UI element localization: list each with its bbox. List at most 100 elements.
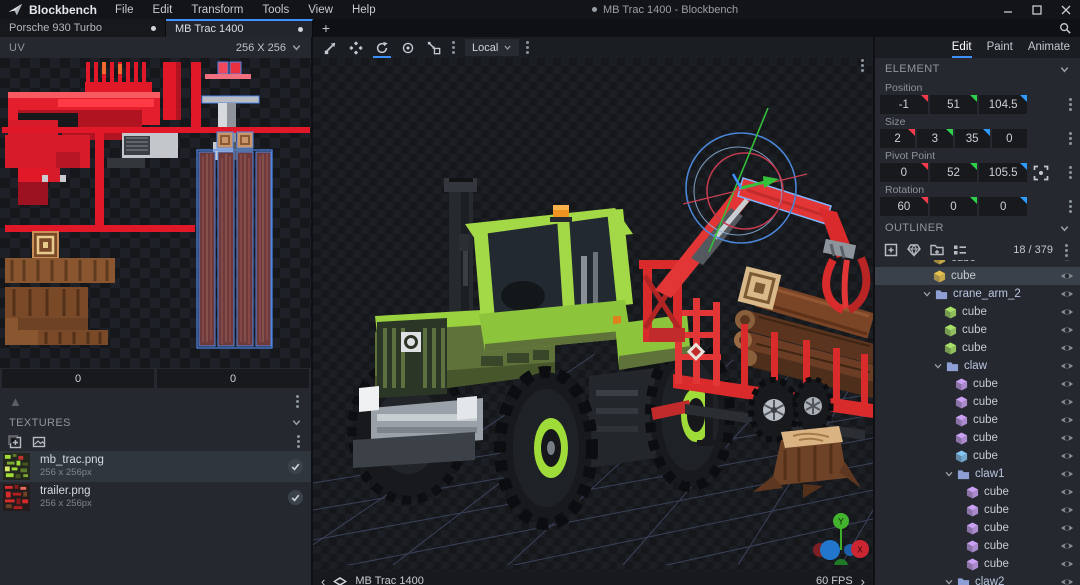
add-group-icon[interactable] bbox=[930, 243, 944, 257]
viewport-menu[interactable] bbox=[861, 64, 864, 67]
tab-edit[interactable]: Edit bbox=[951, 37, 972, 58]
uv-resolution[interactable]: 256 X 256 bbox=[236, 42, 286, 54]
folder-icon[interactable] bbox=[957, 468, 970, 481]
outliner-row[interactable]: cube bbox=[875, 339, 1080, 357]
chevron-down-icon[interactable] bbox=[944, 469, 954, 479]
texture-enabled-check-icon[interactable] bbox=[287, 458, 304, 475]
chevron-down-icon[interactable] bbox=[922, 289, 932, 299]
outliner-row-selected[interactable]: cube bbox=[875, 267, 1080, 285]
eye-icon[interactable] bbox=[1060, 413, 1074, 427]
tab-paint[interactable]: Paint bbox=[987, 37, 1013, 58]
cube-icon[interactable] bbox=[966, 558, 979, 571]
outliner-row[interactable]: cube bbox=[875, 519, 1080, 537]
textures-toolbar-menu[interactable] bbox=[297, 440, 300, 443]
position-z-field[interactable]: 104.5 bbox=[979, 95, 1028, 114]
uv-toolbar-menu[interactable] bbox=[296, 399, 299, 403]
folder-icon[interactable] bbox=[935, 288, 948, 301]
pivot-tool-button[interactable] bbox=[397, 37, 419, 58]
folder-icon[interactable] bbox=[957, 576, 970, 585]
eye-icon[interactable] bbox=[1060, 575, 1074, 585]
inflate-field[interactable]: 0 bbox=[991, 129, 1027, 148]
outliner-row[interactable]: cube bbox=[875, 393, 1080, 411]
eye-icon[interactable] bbox=[1060, 539, 1074, 553]
pivot-x-field[interactable]: 0 bbox=[880, 163, 928, 182]
minimize-button[interactable] bbox=[993, 0, 1022, 19]
position-y-field[interactable]: 51 bbox=[929, 95, 978, 114]
position-x-field[interactable]: -1 bbox=[880, 95, 928, 114]
toggle-outliner-options-icon[interactable] bbox=[953, 243, 967, 257]
outliner-row[interactable]: cube bbox=[875, 375, 1080, 393]
rotation-x-field[interactable]: 60 bbox=[880, 197, 928, 216]
eye-icon[interactable] bbox=[1060, 449, 1074, 463]
pivot-menu[interactable] bbox=[1069, 171, 1072, 174]
move-tool-button[interactable] bbox=[319, 37, 341, 58]
new-tab-button[interactable]: + bbox=[313, 19, 339, 37]
uv-mirror-icon[interactable]: ▲ bbox=[9, 395, 22, 408]
space-menu[interactable] bbox=[526, 46, 530, 49]
eye-icon[interactable] bbox=[1060, 485, 1074, 499]
cube-icon[interactable] bbox=[944, 342, 957, 355]
tab-mb-trac-1400[interactable]: MB Trac 1400 bbox=[166, 19, 313, 37]
uv-panel-header[interactable]: UV 256 X 256 bbox=[0, 37, 311, 58]
close-button[interactable] bbox=[1051, 0, 1080, 19]
size-z-field[interactable]: 35 bbox=[954, 129, 991, 148]
create-texture-icon[interactable] bbox=[32, 435, 46, 449]
outliner-row[interactable]: cube bbox=[875, 429, 1080, 447]
viewport-canvas[interactable]: Y X bbox=[313, 58, 873, 571]
cube-icon[interactable] bbox=[966, 486, 979, 499]
texture-item-mb-trac[interactable]: mb_trac.png 256 x 256px bbox=[0, 451, 311, 482]
cube-icon[interactable] bbox=[955, 432, 968, 445]
cube-icon[interactable] bbox=[933, 270, 946, 283]
eye-icon[interactable] bbox=[1060, 377, 1074, 391]
size-menu[interactable] bbox=[1069, 137, 1072, 140]
vertex-snap-tool-button[interactable] bbox=[423, 37, 445, 58]
eye-icon[interactable] bbox=[1060, 395, 1074, 409]
outliner-row[interactable]: cube bbox=[875, 483, 1080, 501]
add-mesh-icon[interactable] bbox=[907, 243, 921, 257]
transform-space-select[interactable]: Local bbox=[465, 39, 520, 56]
menu-edit[interactable]: Edit bbox=[153, 4, 173, 16]
size-x-field[interactable]: 2 bbox=[880, 129, 916, 148]
chevron-down-icon[interactable] bbox=[1059, 223, 1070, 234]
chevron-down-icon[interactable] bbox=[933, 361, 943, 371]
eye-icon[interactable] bbox=[1060, 341, 1074, 355]
outliner-row-group[interactable]: claw2 bbox=[875, 573, 1080, 585]
cube-icon[interactable] bbox=[955, 450, 968, 463]
eye-icon[interactable] bbox=[1060, 467, 1074, 481]
outliner-panel-header[interactable]: OUTLINER bbox=[875, 216, 1080, 240]
cube-icon[interactable] bbox=[966, 504, 979, 517]
eye-icon[interactable] bbox=[1060, 503, 1074, 517]
eye-icon[interactable] bbox=[1060, 521, 1074, 535]
eye-icon[interactable] bbox=[1060, 269, 1074, 283]
rotation-z-field[interactable]: 0 bbox=[979, 197, 1028, 216]
outliner-row-group[interactable]: crane_arm_2 bbox=[875, 285, 1080, 303]
uv-slider-x[interactable]: 0 bbox=[2, 369, 154, 388]
add-cube-icon[interactable] bbox=[884, 243, 898, 257]
chevron-down-icon[interactable] bbox=[291, 417, 302, 428]
position-menu[interactable] bbox=[1069, 103, 1072, 106]
center-pivot-icon[interactable] bbox=[1033, 165, 1049, 181]
outliner-row-group[interactable]: claw bbox=[875, 357, 1080, 375]
next-model-arrow[interactable]: › bbox=[861, 575, 865, 585]
cube-icon[interactable] bbox=[933, 260, 946, 265]
element-panel-header[interactable]: ELEMENT bbox=[875, 58, 1080, 80]
outliner-row[interactable]: cube bbox=[875, 260, 1080, 267]
menu-help[interactable]: Help bbox=[352, 4, 376, 16]
eye-icon[interactable] bbox=[1060, 431, 1074, 445]
rotate-tool-button[interactable] bbox=[371, 37, 393, 58]
cube-icon[interactable] bbox=[955, 396, 968, 409]
cube-icon[interactable] bbox=[966, 522, 979, 535]
pivot-z-field[interactable]: 105.5 bbox=[979, 163, 1028, 182]
eye-icon[interactable] bbox=[1060, 323, 1074, 337]
outliner-row[interactable]: cube bbox=[875, 303, 1080, 321]
eye-icon[interactable] bbox=[1060, 557, 1074, 571]
eye-icon[interactable] bbox=[1060, 359, 1074, 373]
menu-transform[interactable]: Transform bbox=[191, 4, 243, 16]
eye-icon[interactable] bbox=[1060, 260, 1074, 265]
eye-icon[interactable] bbox=[1060, 305, 1074, 319]
tab-porsche-930-turbo[interactable]: Porsche 930 Turbo bbox=[0, 19, 166, 37]
texture-item-trailer[interactable]: trailer.png 256 x 256px bbox=[0, 482, 311, 513]
menu-tools[interactable]: Tools bbox=[262, 4, 289, 16]
maximize-button[interactable] bbox=[1022, 0, 1051, 19]
size-y-field[interactable]: 3 bbox=[917, 129, 953, 148]
